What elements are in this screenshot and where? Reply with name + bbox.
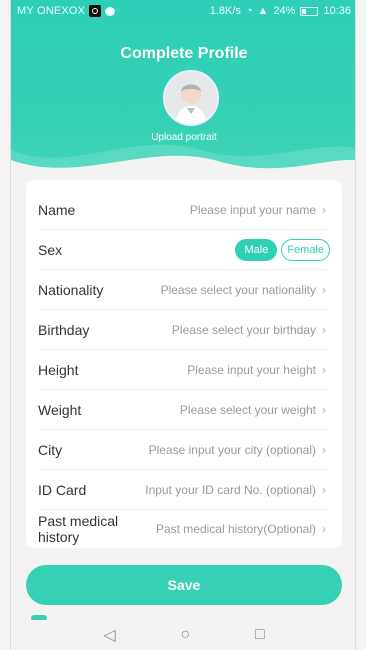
profile-form-card: Name Please input your name › Sex Male F… bbox=[26, 180, 342, 548]
sex-male-option[interactable]: Male bbox=[235, 238, 278, 261]
status-bar: MY ONEXOX 1.8K/s ◔ ▲ 24% 10:36 bbox=[11, 0, 355, 22]
weight-select[interactable]: Please select your weight bbox=[180, 403, 316, 417]
row-past-medical-history[interactable]: Past medical history Past medical histor… bbox=[38, 510, 330, 548]
row-birthday[interactable]: Birthday Please select your birthday › bbox=[38, 310, 330, 350]
phone-screen: MY ONEXOX 1.8K/s ◔ ▲ 24% 10:36 Complete … bbox=[10, 0, 356, 650]
home-icon[interactable]: ○ bbox=[180, 626, 190, 644]
system-nav-bar: ◁ ○ □ bbox=[11, 620, 355, 650]
birthday-label: Birthday bbox=[38, 321, 90, 338]
recent-apps-icon[interactable]: □ bbox=[255, 626, 265, 644]
upload-portrait-link[interactable]: Upload portrait bbox=[11, 132, 355, 143]
battery-percent: 24% bbox=[273, 5, 296, 17]
sex-label: Sex bbox=[38, 241, 63, 258]
name-input[interactable]: Please input your name bbox=[190, 203, 316, 217]
chevron-right-icon: › bbox=[322, 322, 326, 337]
network-speed: 1.8K/s bbox=[209, 5, 241, 17]
page-title: Complete Profile bbox=[120, 45, 248, 62]
notification-icon bbox=[89, 5, 102, 17]
chevron-right-icon: › bbox=[322, 442, 326, 457]
header: MY ONEXOX 1.8K/s ◔ ▲ 24% 10:36 Complete … bbox=[11, 0, 355, 210]
wifi-icon: ◔ bbox=[245, 5, 253, 17]
row-weight[interactable]: Weight Please select your weight › bbox=[38, 390, 330, 430]
signal-icon: ▲ bbox=[257, 5, 269, 17]
chevron-right-icon: › bbox=[322, 402, 326, 417]
id-card-label: ID Card bbox=[38, 481, 87, 498]
city-input[interactable]: Please input your city (optional) bbox=[149, 443, 316, 457]
battery-icon bbox=[300, 6, 319, 16]
row-id-card[interactable]: ID Card Input your ID card No. (optional… bbox=[38, 470, 330, 510]
save-button[interactable]: Save bbox=[26, 565, 342, 605]
birthday-select[interactable]: Please select your birthday bbox=[172, 323, 316, 337]
chevron-right-icon: › bbox=[322, 202, 326, 217]
nationality-label: Nationality bbox=[38, 281, 104, 298]
row-sex: Sex Male Female bbox=[38, 230, 330, 270]
row-height[interactable]: Height Please input your height › bbox=[38, 350, 330, 390]
user-portrait-icon bbox=[165, 72, 217, 124]
id-card-input[interactable]: Input your ID card No. (optional) bbox=[145, 483, 316, 497]
height-input[interactable]: Please input your height bbox=[187, 363, 316, 377]
chevron-right-icon: › bbox=[322, 282, 326, 297]
height-label: Height bbox=[38, 361, 79, 378]
chevron-right-icon: › bbox=[322, 362, 326, 377]
row-nationality[interactable]: Nationality Please select your nationali… bbox=[38, 270, 330, 310]
back-icon[interactable]: ◁ bbox=[103, 625, 115, 645]
sex-female-option[interactable]: Female bbox=[281, 238, 330, 261]
chevron-right-icon: › bbox=[322, 522, 326, 536]
chat-icon bbox=[105, 6, 116, 16]
clock: 10:36 bbox=[323, 5, 351, 17]
name-label: Name bbox=[38, 201, 76, 218]
nationality-select[interactable]: Please select your nationality bbox=[161, 283, 316, 297]
carrier-name: MY ONEXOX bbox=[17, 5, 86, 17]
chevron-right-icon: › bbox=[322, 482, 326, 497]
past-medical-history-label: Past medical history bbox=[38, 513, 119, 545]
avatar[interactable] bbox=[163, 70, 219, 126]
weight-label: Weight bbox=[38, 401, 82, 418]
sex-toggle: Male Female bbox=[235, 238, 330, 261]
past-medical-history-input[interactable]: Past medical history(Optional) bbox=[156, 522, 316, 536]
row-name[interactable]: Name Please input your name › bbox=[38, 190, 330, 230]
city-label: City bbox=[38, 441, 63, 458]
row-city[interactable]: City Please input your city (optional) › bbox=[38, 430, 330, 470]
